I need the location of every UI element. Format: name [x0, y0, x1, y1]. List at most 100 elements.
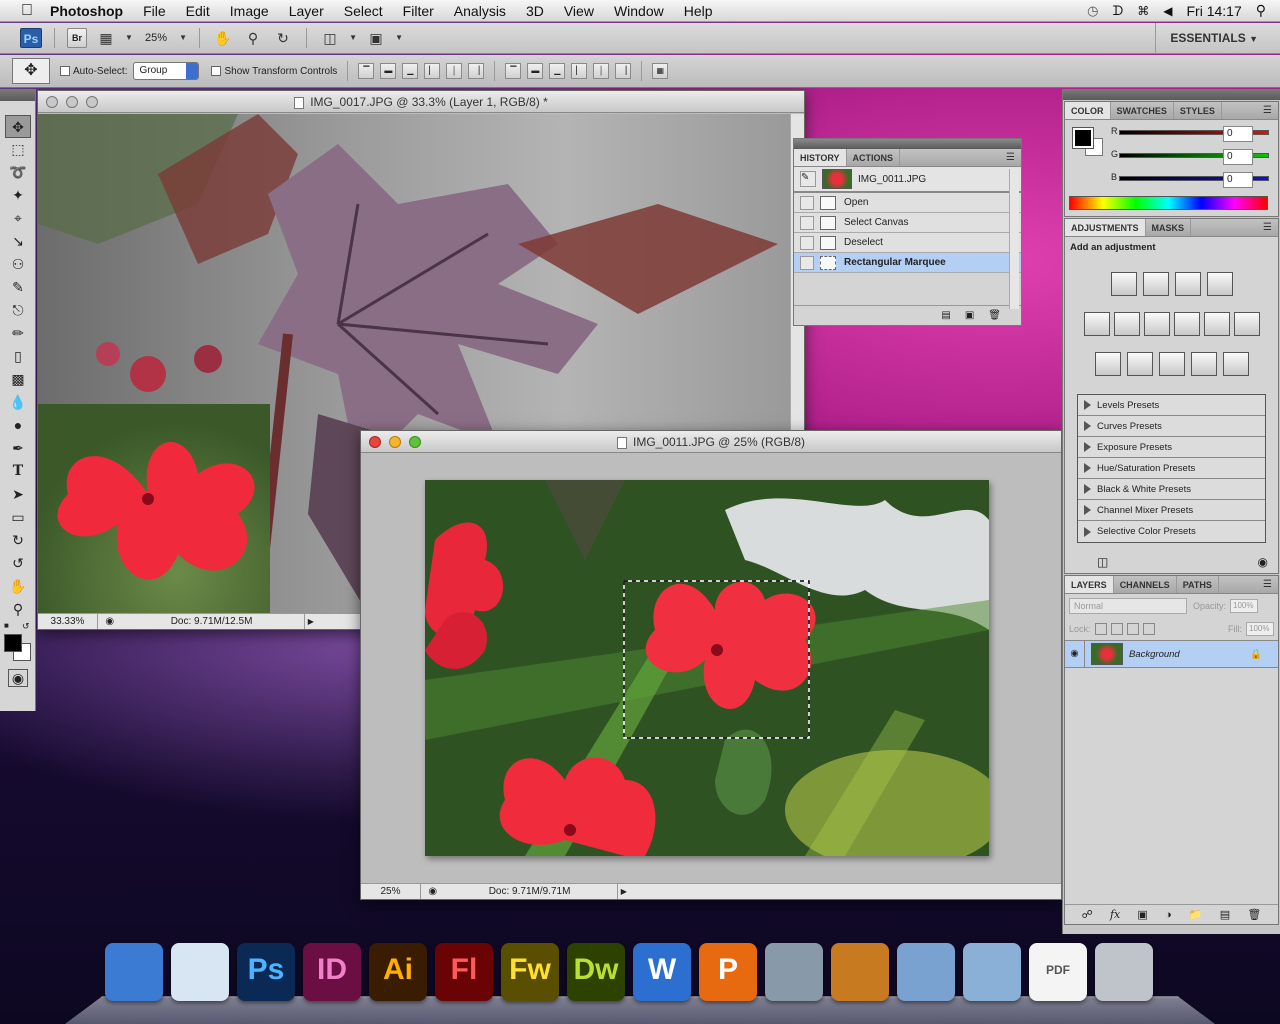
panel-menu-icon[interactable]: ☰: [1257, 576, 1278, 593]
quick-selection-tool-icon[interactable]: ✦: [5, 184, 31, 207]
link-layers-icon[interactable]: ☍: [1082, 908, 1093, 921]
align-right-edges-button[interactable]: ▕: [468, 63, 485, 79]
panel-menu-icon[interactable]: ☰: [1000, 149, 1021, 166]
minimize-button[interactable]: [66, 96, 78, 108]
auto-select-check[interactable]: [60, 65, 70, 76]
dodge-tool-icon[interactable]: ●: [5, 414, 31, 437]
selective-color-icon[interactable]: [1222, 352, 1249, 376]
history-panel-header[interactable]: [794, 139, 1021, 149]
tab-masks[interactable]: MASKS: [1146, 219, 1192, 236]
screen-mode-icon[interactable]: ▣: [365, 28, 387, 48]
indesign-icon[interactable]: ID: [303, 943, 361, 1001]
ps-logo-button[interactable]: Ps: [20, 28, 42, 48]
tab-color[interactable]: COLOR: [1065, 102, 1111, 119]
tool-preset-picker[interactable]: ✥: [12, 58, 50, 84]
3d-rotate-tool-icon[interactable]: ↻: [5, 529, 31, 552]
pdf-file-icon[interactable]: PDF: [1029, 943, 1087, 1001]
auto-align-layers-button[interactable]: ▦: [652, 63, 669, 79]
minimize-button[interactable]: [389, 436, 401, 448]
status-menu-arrow-icon[interactable]: ▶: [304, 614, 316, 629]
distribute-left-button[interactable]: ▏: [571, 63, 588, 79]
tab-styles[interactable]: STYLES: [1174, 102, 1222, 119]
distribute-vcenter-button[interactable]: ▬: [527, 63, 544, 79]
show-transform-controls-checkbox[interactable]: Show Transform Controls: [211, 66, 337, 77]
auto-select-dropdown[interactable]: Group: [133, 62, 200, 80]
history-step[interactable]: Deselect: [794, 233, 1021, 253]
menu-3d[interactable]: 3D: [516, 0, 554, 22]
menu-filter[interactable]: Filter: [393, 0, 444, 22]
threshold-icon[interactable]: [1158, 352, 1185, 376]
red-channel-input[interactable]: 0: [1223, 126, 1253, 142]
menu-image[interactable]: Image: [220, 0, 279, 22]
preset-curves[interactable]: Curves Presets: [1078, 416, 1265, 437]
status-menu-arrow-icon[interactable]: ▶: [617, 884, 629, 899]
transform-check[interactable]: [211, 65, 222, 76]
finder-icon[interactable]: [105, 943, 163, 1001]
delete-layer-icon[interactable]: 🗑: [1247, 908, 1261, 921]
default-colors-icon[interactable]: ■: [4, 621, 9, 630]
chevron-down-icon[interactable]: ▼: [125, 28, 133, 48]
hand-tool-icon[interactable]: ✋: [5, 575, 31, 598]
zoom-tool-icon[interactable]: ⚲: [242, 28, 264, 48]
chevron-down-icon[interactable]: ▼: [395, 28, 403, 48]
hand-tool-icon[interactable]: ✋: [212, 28, 234, 48]
history-state-checkbox[interactable]: [800, 195, 814, 210]
documents-folder-icon[interactable]: [963, 943, 1021, 1001]
powerpoint-icon[interactable]: P: [699, 943, 757, 1001]
volume-icon[interactable]: ◀: [1163, 4, 1172, 18]
menu-view[interactable]: View: [554, 0, 604, 22]
fireworks-icon[interactable]: Fw: [501, 943, 559, 1001]
history-state-checkbox[interactable]: [800, 215, 814, 230]
new-adjustment-layer-icon[interactable]: ◑: [1165, 909, 1172, 921]
illustrator-icon[interactable]: Ai: [369, 943, 427, 1001]
spotlight-search-icon[interactable]: ⚲: [1256, 2, 1266, 19]
eraser-tool-icon[interactable]: ▯: [5, 345, 31, 368]
zoom-percentage-field[interactable]: 25%: [361, 884, 421, 899]
curves-icon[interactable]: [1174, 272, 1201, 296]
applications-folder-icon[interactable]: [897, 943, 955, 1001]
new-document-from-state-icon[interactable]: ▤: [941, 310, 950, 321]
preset-hue-saturation[interactable]: Hue/Saturation Presets: [1078, 458, 1265, 479]
iphoto-icon[interactable]: [831, 943, 889, 1001]
time-machine-icon[interactable]: ◷: [1087, 3, 1098, 19]
exposure-icon[interactable]: [1206, 272, 1233, 296]
color-spectrum-ramp[interactable]: [1069, 196, 1268, 210]
gradient-tool-icon[interactable]: ▩: [5, 368, 31, 391]
menu-analysis[interactable]: Analysis: [444, 0, 516, 22]
visibility-eye-icon[interactable]: ◉: [1065, 640, 1085, 668]
history-brush-source-icon[interactable]: ✎: [800, 171, 816, 187]
status-icon[interactable]: ◉: [101, 614, 119, 629]
clone-stamp-tool-icon[interactable]: ⎋: [5, 299, 31, 322]
document-canvas[interactable]: [425, 480, 989, 856]
tab-actions[interactable]: ACTIONS: [847, 149, 901, 166]
eyedropper-tool-icon[interactable]: ↘: [5, 230, 31, 253]
preset-exposure[interactable]: Exposure Presets: [1078, 437, 1265, 458]
brush-tool-icon[interactable]: ✎: [5, 276, 31, 299]
flash-icon[interactable]: Fl: [435, 943, 493, 1001]
levels-icon[interactable]: [1142, 272, 1169, 296]
menu-window[interactable]: Window: [604, 0, 674, 22]
vibrance-icon[interactable]: [1083, 312, 1110, 336]
tab-paths[interactable]: PATHS: [1177, 576, 1219, 593]
distribute-hcenter-button[interactable]: │: [593, 63, 610, 79]
align-left-edges-button[interactable]: ▏: [424, 63, 441, 79]
rectangle-shape-tool-icon[interactable]: ▭: [5, 506, 31, 529]
lock-pixels-icon[interactable]: [1110, 623, 1123, 635]
history-state-checkbox[interactable]: [800, 235, 814, 250]
distribute-right-button[interactable]: ▕: [615, 63, 632, 79]
pasteboard[interactable]: [361, 454, 1061, 884]
opacity-input[interactable]: 100%: [1230, 599, 1259, 613]
posterize-icon[interactable]: [1126, 352, 1153, 376]
zoom-level-select[interactable]: 25%: [141, 32, 171, 44]
add-layer-mask-icon[interactable]: ▣: [1137, 908, 1147, 921]
close-button[interactable]: [369, 436, 381, 448]
history-snapshot-row[interactable]: ✎ IMG_0011.JPG: [794, 167, 1021, 193]
photoshop-icon[interactable]: Ps: [237, 943, 295, 1001]
preview-icon[interactable]: [765, 943, 823, 1001]
create-snapshot-icon[interactable]: ▣: [965, 310, 974, 321]
menu-help[interactable]: Help: [674, 0, 723, 22]
history-state-checkbox[interactable]: [800, 255, 814, 270]
align-top-edges-button[interactable]: ▔: [358, 63, 375, 79]
tools-panel-header[interactable]: [0, 89, 35, 101]
new-group-icon[interactable]: 📁: [1189, 908, 1203, 921]
